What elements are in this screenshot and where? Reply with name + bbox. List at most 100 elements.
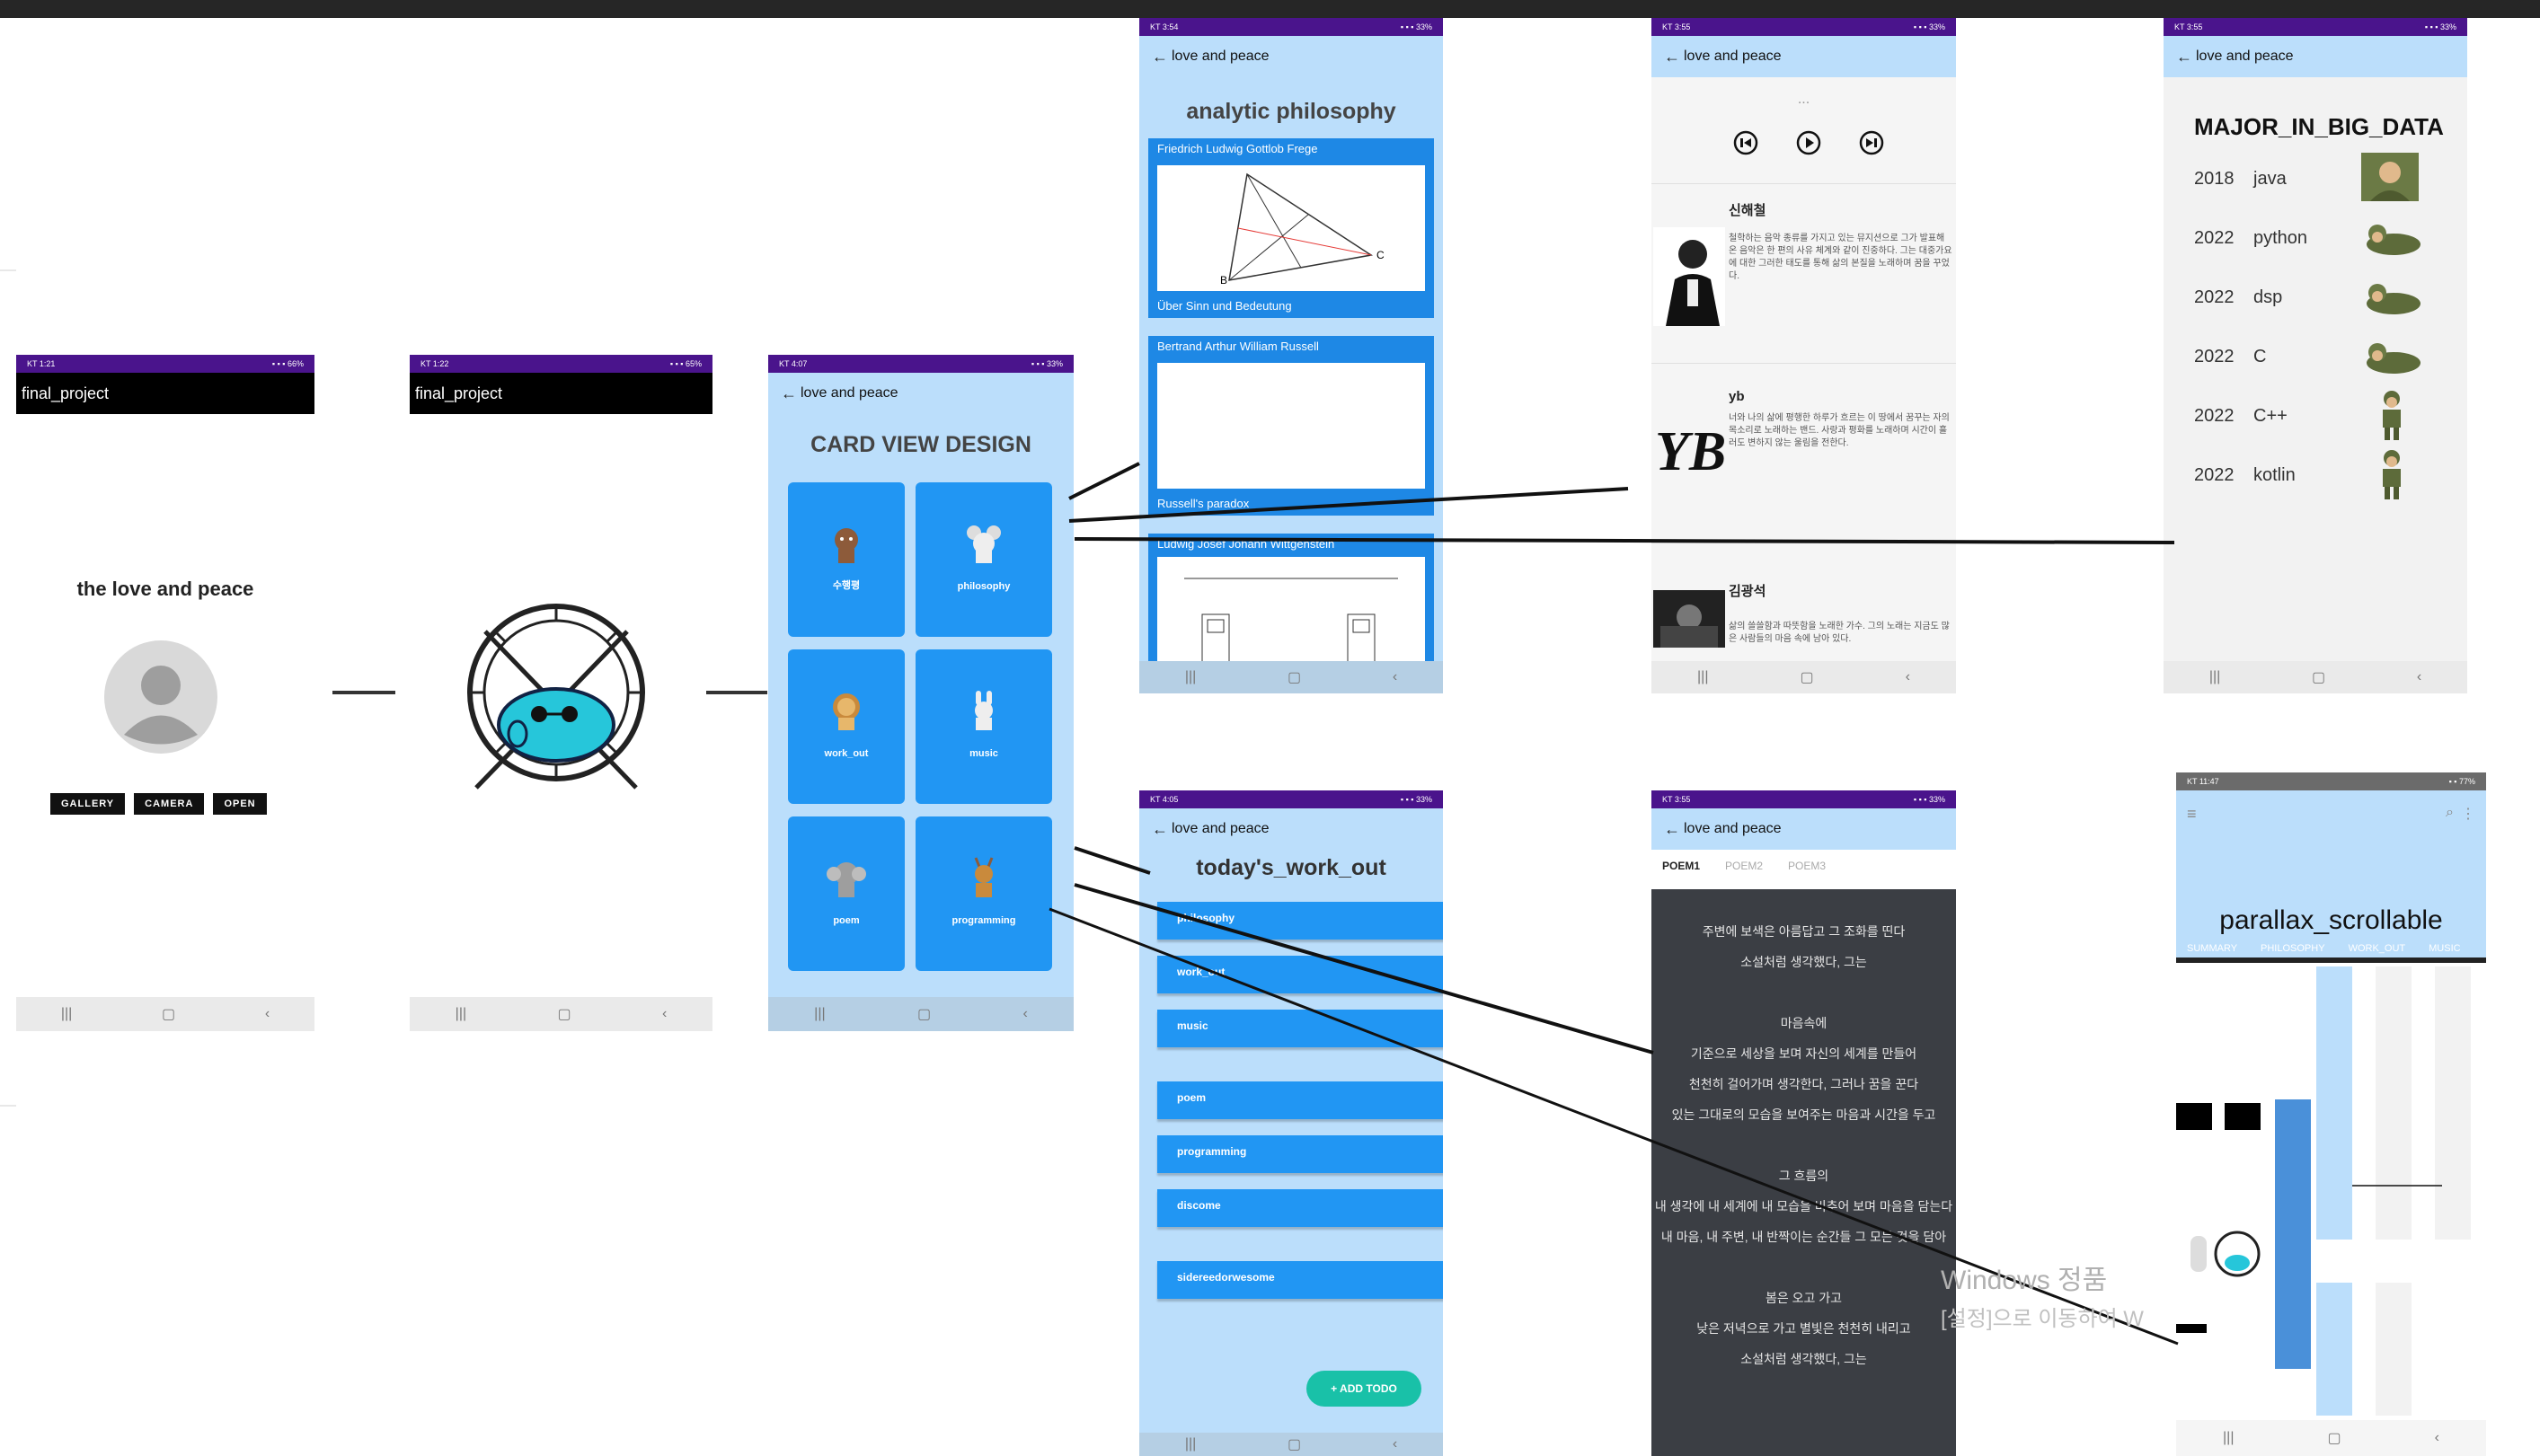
poem-line: 내 마음, 내 주변, 내 반짝이는 순간들 그 모든 것을 담아 xyxy=(1660,1230,1947,1244)
slide-guide-line xyxy=(0,1105,16,1107)
frege-panel[interactable]: Friedrich Ludwig Gottlob Frege B C Über … xyxy=(1148,138,1434,318)
back-arrow-icon[interactable]: ← xyxy=(781,373,797,414)
next-track-icon[interactable] xyxy=(1858,129,1885,156)
recent-apps-icon[interactable]: ||| xyxy=(1185,669,1196,685)
tab-philosophy[interactable]: PHILOSOPHY xyxy=(2261,943,2325,954)
recent-apps-icon[interactable]: ||| xyxy=(1697,669,1708,685)
recent-apps-icon[interactable]: ||| xyxy=(456,1006,466,1022)
phone-screen-splash: KT 1:22 ▪ ▪ ▪ 65% final_project ||| ▢ ‹ xyxy=(410,355,712,1031)
row-year: 2022 xyxy=(2194,465,2235,485)
artist-name: 김광석 xyxy=(1729,584,1766,599)
back-icon[interactable]: ‹ xyxy=(1393,1436,1397,1452)
deer-icon xyxy=(974,857,994,897)
todo-item[interactable]: philosophy xyxy=(1157,902,1443,940)
recent-apps-icon[interactable]: ||| xyxy=(2209,669,2220,685)
tab-poem2[interactable]: POEM2 xyxy=(1725,860,1763,872)
status-time: KT 3:54 xyxy=(1150,22,1179,31)
recent-apps-icon[interactable]: ||| xyxy=(1185,1436,1196,1452)
phone-screen-parallax: KT 11:47 ▪ ▪ 77% ≡ ⌕ ⋮ parallax_scrollabl… xyxy=(2176,772,2486,1456)
gallery-button[interactable]: GALLERY xyxy=(50,793,126,815)
list-item[interactable]: 2022 dsp xyxy=(2194,287,2282,308)
phone-screen-profile: KT 1:21 ▪ ▪ ▪ 66% final_project the love … xyxy=(16,355,314,1031)
back-arrow-icon[interactable]: ← xyxy=(1152,36,1168,77)
todo-item[interactable]: discome xyxy=(1157,1189,1443,1227)
list-item[interactable]: 2022 kotlin xyxy=(2194,465,2296,486)
previous-track-icon[interactable] xyxy=(1732,129,1759,156)
back-arrow-icon[interactable]: ← xyxy=(2176,36,2192,77)
card-label: work_out xyxy=(824,748,869,759)
tab-work-out[interactable]: WORK_OUT xyxy=(2349,943,2406,954)
list-item[interactable]: 2022 python xyxy=(2194,228,2307,249)
tab-poem1[interactable]: POEM1 xyxy=(1662,860,1700,872)
activation-watermark: Windows 정품 xyxy=(1941,1266,2108,1295)
parallax-title: parallax_scrollable xyxy=(2219,905,2443,935)
back-icon[interactable]: ‹ xyxy=(1906,669,1910,685)
home-icon[interactable]: ▢ xyxy=(2312,668,2325,686)
row-year: 2022 xyxy=(2194,228,2235,248)
camera-button[interactable]: CAMERA xyxy=(134,793,205,815)
back-icon[interactable]: ‹ xyxy=(2435,1430,2439,1446)
card-poem[interactable]: poem xyxy=(788,816,905,971)
home-icon[interactable]: ▢ xyxy=(1800,668,1813,686)
doors-svg xyxy=(1184,578,1398,672)
doors-figure xyxy=(1157,557,1425,672)
back-icon[interactable]: ‹ xyxy=(662,1006,667,1022)
add-todo-button[interactable]: + ADD TODO xyxy=(1306,1371,1421,1407)
search-icon[interactable]: ⌕ xyxy=(2446,805,2454,821)
row-language: C++ xyxy=(2253,406,2288,426)
card-label: 수행평 xyxy=(832,580,861,591)
card-philosophy[interactable]: philosophy xyxy=(916,482,1052,637)
artist-name: 신해철 xyxy=(1729,203,1766,218)
list-item[interactable]: 2018 java xyxy=(2194,169,2287,190)
card-music[interactable]: music xyxy=(916,649,1052,804)
russell-panel[interactable]: Bertrand Arthur William Russell then R ∈… xyxy=(1148,336,1434,516)
open-button[interactable]: OPEN xyxy=(213,793,267,815)
overflow-menu-icon[interactable]: ⋮ xyxy=(2461,805,2475,823)
tab-music[interactable]: MUSIC xyxy=(2429,943,2460,954)
home-icon[interactable]: ▢ xyxy=(1288,668,1301,686)
home-icon[interactable]: ▢ xyxy=(2327,1429,2341,1447)
back-arrow-icon[interactable]: ← xyxy=(1664,36,1680,77)
play-icon[interactable] xyxy=(1795,129,1822,156)
card-work-out[interactable]: work_out xyxy=(788,649,905,804)
window-top-bar xyxy=(0,0,2540,18)
back-icon[interactable]: ‹ xyxy=(265,1006,270,1022)
artist-description: 삶의 쓸쓸함과 따뜻함을 노래한 가수. 그의 노래는 지금도 많은 사람들의 … xyxy=(1729,622,1950,644)
list-item[interactable]: 2022 C++ xyxy=(2194,406,2288,427)
todo-item[interactable]: sidereedorwesome xyxy=(1157,1261,1443,1299)
recent-apps-icon[interactable]: ||| xyxy=(2223,1430,2234,1446)
app-bar: final_project xyxy=(410,373,712,414)
yb-logo-icon: YB xyxy=(1655,421,1726,482)
list-item[interactable]: 2022 C xyxy=(2194,347,2266,367)
wittgenstein-panel[interactable]: Ludwig Josef Johann Wittgenstein xyxy=(1148,534,1434,672)
philosophy-heading: analytic philosophy xyxy=(1186,99,1396,124)
todo-item[interactable]: poem xyxy=(1157,1081,1443,1119)
menu-icon[interactable]: ≡ xyxy=(2187,805,2197,824)
back-icon[interactable]: ‹ xyxy=(2417,669,2421,685)
app-title: love and peace xyxy=(2196,49,2294,64)
artist-card[interactable]: YB yb 너와 나의 삶에 평행한 하루가 흐르는 이 땅에서 꿈꾸는 자의 … xyxy=(1651,363,1956,534)
todo-item[interactable]: work_out xyxy=(1157,956,1443,993)
home-icon[interactable]: ▢ xyxy=(1288,1435,1301,1453)
todo-item[interactable]: programming xyxy=(1157,1135,1443,1173)
back-icon[interactable]: ‹ xyxy=(1022,1006,1027,1022)
recent-apps-icon[interactable]: ||| xyxy=(61,1006,72,1022)
status-time: KT 3:55 xyxy=(2174,22,2203,31)
tab-poem3[interactable]: POEM3 xyxy=(1788,860,1826,872)
panel-footer: Über Sinn und Bedeutung xyxy=(1157,299,1292,313)
system-nav-bar: ||| ▢ ‹ xyxy=(1139,1433,1443,1456)
home-icon[interactable]: ▢ xyxy=(917,1005,931,1023)
card-programming[interactable]: programming xyxy=(916,816,1052,971)
home-icon[interactable]: ▢ xyxy=(558,1005,571,1023)
back-arrow-icon[interactable]: ← xyxy=(1664,808,1680,850)
todo-item[interactable]: music xyxy=(1157,1010,1443,1047)
recent-apps-icon[interactable]: ||| xyxy=(814,1006,825,1022)
card-grade[interactable]: 수행평 xyxy=(788,482,905,637)
back-arrow-icon[interactable]: ← xyxy=(1152,808,1168,850)
soldier-standing-icon xyxy=(2383,450,2401,499)
back-icon[interactable]: ‹ xyxy=(1393,669,1397,685)
app-title: love and peace xyxy=(1172,49,1270,64)
tab-summary[interactable]: SUMMARY xyxy=(2187,943,2237,954)
artist-card[interactable]: 신해철 철학하는 음악 종류를 가지고 있는 뮤지션으로 그가 발표해 온 음악… xyxy=(1651,183,1956,354)
home-icon[interactable]: ▢ xyxy=(162,1005,175,1023)
